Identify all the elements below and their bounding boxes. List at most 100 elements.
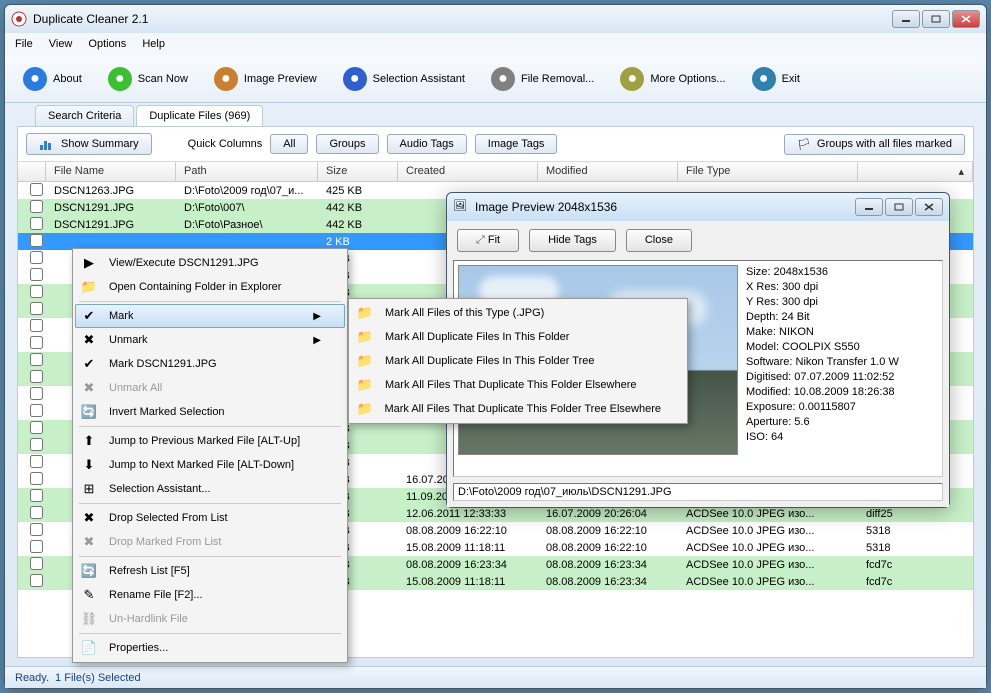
tool-exit[interactable]: ●Exit [744, 63, 808, 95]
cell-ext: diff25 [858, 507, 918, 521]
ctx-selection-assistant-[interactable]: ⊞Selection Assistant... [75, 477, 345, 501]
menu-options[interactable]: Options [88, 38, 126, 50]
row-checkbox[interactable] [30, 200, 43, 213]
row-checkbox[interactable] [30, 574, 43, 587]
tool-scan-now[interactable]: ●Scan Now [100, 63, 196, 95]
show-summary-button[interactable]: Show Summary [26, 133, 152, 155]
close-button[interactable] [952, 10, 980, 28]
preview-info-line: Digitised: 07.07.2009 11:02:52 [746, 370, 938, 385]
ctx-icon: 📄 [79, 640, 99, 656]
menu-view[interactable]: View [49, 38, 73, 50]
row-checkbox[interactable] [30, 455, 43, 468]
ctx-refresh-list-f-[interactable]: 🔄Refresh List [F5] [75, 559, 345, 583]
ctx-jump-to-next-marked-file-alt-down-[interactable]: ⬇Jump to Next Marked File [ALT-Down] [75, 453, 345, 477]
subctx-item[interactable]: 📁Mark All Duplicate Files In This Folder [351, 325, 685, 349]
tool-about[interactable]: ●About [15, 63, 90, 95]
ctx-jump-to-previous-marked-file-alt-up-[interactable]: ⬆Jump to Previous Marked File [ALT-Up] [75, 429, 345, 453]
minimize-button[interactable] [892, 10, 920, 28]
qc-audio[interactable]: Audio Tags [387, 134, 467, 154]
tool-icon: ● [752, 67, 776, 91]
maximize-button[interactable] [922, 10, 950, 28]
row-checkbox[interactable] [30, 557, 43, 570]
th-created[interactable]: Created [398, 162, 538, 181]
row-checkbox[interactable] [30, 336, 43, 349]
ctx-mark[interactable]: ✔Mark▶ [75, 304, 345, 328]
th-modified[interactable]: Modified [538, 162, 678, 181]
row-checkbox[interactable] [30, 540, 43, 553]
subctx-item[interactable]: 📁Mark All Files That Duplicate This Fold… [351, 397, 685, 421]
subctx-item[interactable]: 📁Mark All Duplicate Files In This Folder… [351, 349, 685, 373]
th-checkbox[interactable] [18, 162, 46, 181]
row-checkbox[interactable] [30, 489, 43, 502]
th-filename[interactable]: File Name [46, 162, 176, 181]
titlebar[interactable]: Duplicate Cleaner 2.1 [5, 5, 986, 33]
row-checkbox[interactable] [30, 523, 43, 536]
cell-ext: 5318 [858, 541, 918, 555]
row-checkbox[interactable] [30, 217, 43, 230]
menu-file[interactable]: File [15, 38, 33, 50]
th-path[interactable]: Path [176, 162, 318, 181]
row-checkbox[interactable] [30, 472, 43, 485]
ctx-view-execute-dscn-jpg[interactable]: ▶View/Execute DSCN1291.JPG [75, 251, 345, 275]
row-checkbox[interactable] [30, 438, 43, 451]
tool-more-options-[interactable]: ●More Options... [612, 63, 733, 95]
th-filetype[interactable]: File Type [678, 162, 858, 181]
preview-path: D:\Foto\2009 год\07_июль\DSCN1291.JPG [453, 483, 943, 501]
statusbar: Ready. 1 File(s) Selected [5, 666, 986, 688]
cell-created: 12.06.2011 12:33:33 [398, 507, 538, 521]
row-checkbox[interactable] [30, 404, 43, 417]
row-checkbox[interactable] [30, 183, 43, 196]
row-checkbox[interactable] [30, 268, 43, 281]
context-menu[interactable]: ▶View/Execute DSCN1291.JPG📁Open Containi… [72, 248, 348, 663]
preview-maximize-button[interactable] [885, 198, 913, 216]
subctx-item[interactable]: 📁Mark All Files of this Type (.JPG) [351, 301, 685, 325]
ctx-icon: ✖ [79, 332, 99, 348]
ctx-icon: ✖ [79, 534, 99, 550]
tool-file-removal-[interactable]: ●File Removal... [483, 63, 602, 95]
tool-selection-assistant[interactable]: ●Selection Assistant [335, 63, 473, 95]
preview-minimize-button[interactable] [855, 198, 883, 216]
row-checkbox[interactable] [30, 234, 43, 247]
ctx-drop-selected-from-list[interactable]: ✖Drop Selected From List [75, 506, 345, 530]
ctx-properties-[interactable]: 📄Properties... [75, 636, 345, 660]
ctx-open-containing-folder-in-explorer[interactable]: 📁Open Containing Folder in Explorer [75, 275, 345, 299]
cell-ext: 5318 [858, 524, 918, 538]
row-checkbox[interactable] [30, 302, 43, 315]
cell-path [176, 241, 318, 243]
th-size[interactable]: Size [318, 162, 398, 181]
preview-titlebar[interactable]: 🖼 Image Preview 2048x1536 [447, 193, 949, 221]
context-submenu[interactable]: 📁Mark All Files of this Type (.JPG)📁Mark… [348, 298, 688, 424]
ctx-rename-file-f-[interactable]: ✎Rename File [F2]... [75, 583, 345, 607]
menu-help[interactable]: Help [142, 38, 165, 50]
subctx-item[interactable]: 📁Mark All Files That Duplicate This Fold… [351, 373, 685, 397]
ctx-icon: ✔ [79, 356, 99, 372]
ctx-un-hardlink-file: ⛓Un-Hardlink File [75, 607, 345, 631]
row-checkbox[interactable] [30, 251, 43, 264]
row-checkbox[interactable] [30, 421, 43, 434]
tab-duplicate-files[interactable]: Duplicate Files (969) [136, 105, 263, 126]
ctx-mark-dscn-jpg[interactable]: ✔Mark DSCN1291.JPG [75, 352, 345, 376]
preview-hide-tags-button[interactable]: Hide Tags [529, 229, 616, 252]
qc-groups[interactable]: Groups [316, 134, 378, 154]
preview-close-button[interactable] [915, 198, 943, 216]
ctx-icon: ✖ [79, 510, 99, 526]
cell-ext: fcd7c [858, 575, 918, 589]
tool-image-preview[interactable]: ●Image Preview [206, 63, 325, 95]
ctx-icon: 🔄 [79, 404, 99, 420]
qc-all[interactable]: All [270, 134, 308, 154]
preview-close-button2[interactable]: Close [626, 229, 692, 252]
ctx-invert-marked-selection[interactable]: 🔄Invert Marked Selection [75, 400, 345, 424]
cell-modified: 08.08.2009 16:22:10 [538, 541, 678, 555]
row-checkbox[interactable] [30, 387, 43, 400]
cell-filetype: ACDSee 10.0 JPEG изо... [678, 558, 858, 572]
row-checkbox[interactable] [30, 370, 43, 383]
qc-image[interactable]: Image Tags [475, 134, 558, 154]
row-checkbox[interactable] [30, 319, 43, 332]
row-checkbox[interactable] [30, 353, 43, 366]
row-checkbox[interactable] [30, 285, 43, 298]
preview-fit-button[interactable]: ⤢ Fit [457, 229, 519, 252]
ctx-unmark[interactable]: ✖Unmark▶ [75, 328, 345, 352]
tab-search-criteria[interactable]: Search Criteria [35, 105, 134, 126]
qc-marked[interactable]: 🏳 Groups with all files marked [784, 134, 965, 155]
row-checkbox[interactable] [30, 506, 43, 519]
